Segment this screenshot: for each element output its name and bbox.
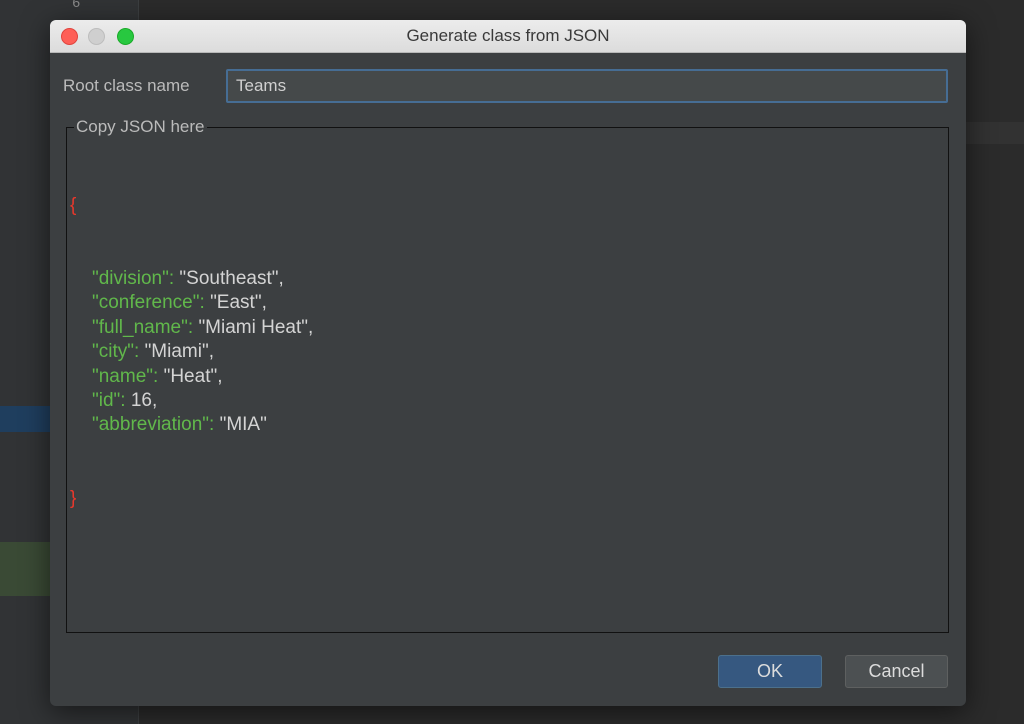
json-value: 16,	[130, 389, 158, 411]
json-key: "name"	[92, 365, 154, 387]
json-value: "Southeast",	[179, 268, 284, 290]
dialog-titlebar: Generate class from JSON	[50, 20, 966, 53]
generate-class-dialog: Generate class from JSON Root class name…	[50, 20, 966, 706]
gutter-marker-blue	[0, 406, 50, 432]
json-entry-line: "division": "Southeast",	[92, 268, 284, 290]
root-class-input[interactable]	[226, 69, 948, 103]
json-key: "abbreviation"	[92, 414, 210, 436]
json-value: "MIA"	[219, 414, 267, 436]
root-class-label: Root class name	[63, 76, 190, 95]
json-close-brace: }	[70, 487, 77, 509]
json-key: "division"	[92, 268, 169, 290]
dialog-title: Generate class from JSON	[406, 26, 610, 45]
json-entry-line: "name": "Heat",	[92, 365, 223, 387]
json-key: "full_name"	[92, 316, 188, 338]
json-value: "Miami Heat",	[198, 316, 314, 338]
json-input-group: Copy JSON here { "division": "Southeast"…	[66, 117, 949, 633]
ok-button[interactable]: OK	[718, 655, 822, 688]
json-text-area[interactable]: { "division": "Southeast", "conference": …	[70, 145, 313, 560]
json-value: "Heat",	[163, 365, 223, 387]
json-open-brace: {	[70, 194, 77, 216]
json-entry-line: "city": "Miami",	[92, 341, 214, 363]
line-number: 6	[72, 0, 81, 12]
editor-current-line	[966, 122, 1024, 144]
json-group-label: Copy JSON here	[74, 117, 207, 137]
cancel-button[interactable]: Cancel	[845, 655, 948, 688]
json-entry-line: "full_name": "Miami Heat",	[92, 316, 314, 338]
json-entry-line: "id": 16,	[92, 389, 158, 411]
json-entry-line: "conference": "East",	[92, 292, 267, 314]
json-value: "Miami",	[144, 341, 214, 363]
json-entry-line: "abbreviation": "MIA"	[92, 414, 267, 436]
json-key: "conference"	[92, 292, 200, 314]
json-key: "id"	[92, 389, 121, 411]
json-value: "East",	[210, 292, 267, 314]
json-key: "city"	[92, 341, 134, 363]
gutter-marker-green	[0, 542, 50, 596]
